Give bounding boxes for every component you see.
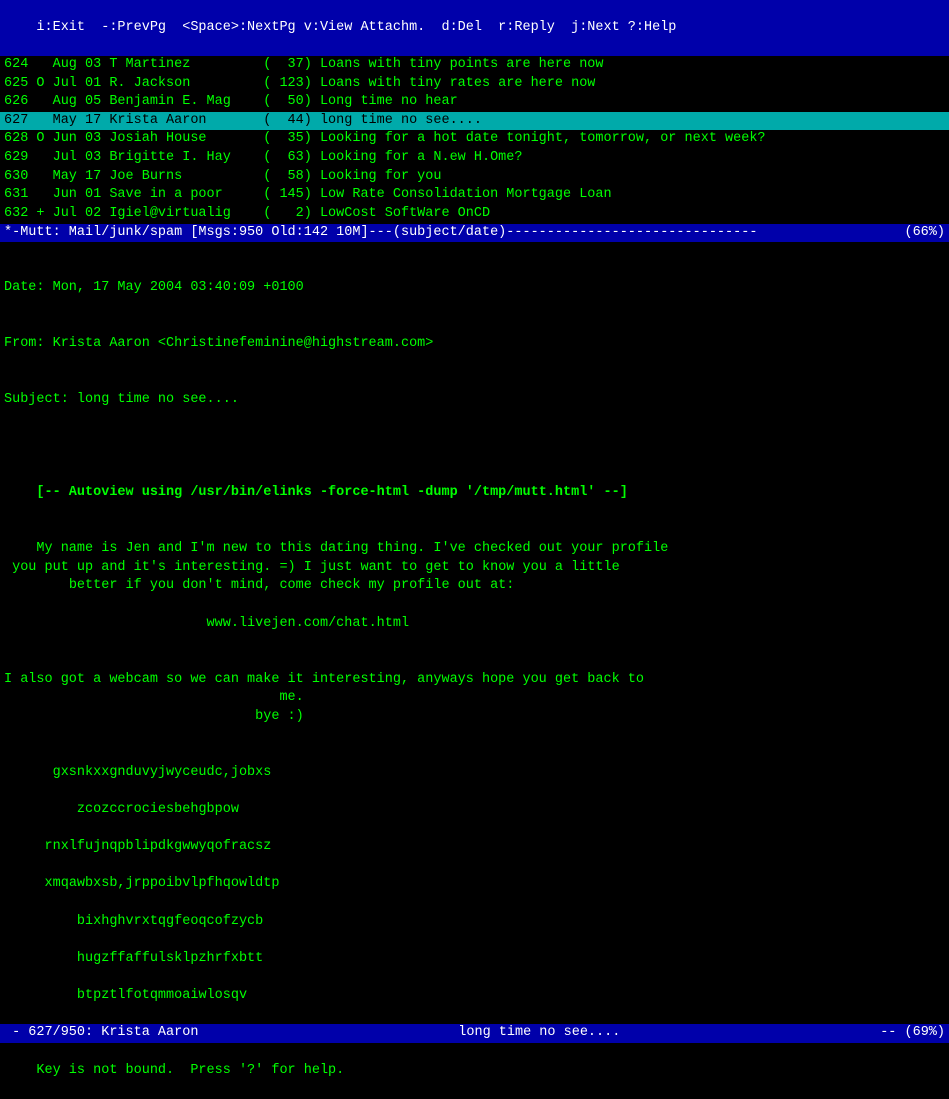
top-toolbar: i:Exit -:PrevPg <Space>:NextPg v:View At…	[0, 0, 949, 56]
email-subject: Subject: long time no see....	[4, 391, 945, 410]
email-row[interactable]: 626 Aug 05 Benjamin E. Mag ( 50) Long ti…	[0, 93, 949, 112]
bottom-status-bar: - 627/950: Krista Aaron long time no see.…	[0, 1024, 949, 1043]
autoview-text: [-- Autoview using /usr/bin/elinks -forc…	[36, 485, 627, 500]
email-date: Date: Mon, 17 May 2004 03:40:09 +0100	[4, 279, 945, 298]
body-scramble5: bixhghvrxtqgfeoqcofzycb	[4, 914, 263, 929]
body-scramble2: zcozccrociesbehgbpow	[4, 802, 239, 817]
email-row[interactable]: 627 May 17 Krista Aaron ( 44) long time …	[0, 112, 949, 131]
email-row[interactable]: 629 Jul 03 Brigitte I. Hay ( 63) Looking…	[0, 149, 949, 168]
email-row[interactable]: 631 Jun 01 Save in a poor ( 145) Low Rat…	[0, 186, 949, 205]
email-body: My name is Jen and I'm new to this datin…	[0, 522, 949, 1025]
header-spacer	[0, 447, 949, 466]
email-row[interactable]: 628 O Jun 03 Josiah House ( 35) Looking …	[0, 130, 949, 149]
body-para2: I also got a webcam so we can make it in…	[4, 672, 644, 724]
email-row[interactable]: 630 May 17 Joe Burns ( 58) Looking for y…	[0, 168, 949, 187]
key-hint-text: Key is not bound. Press '?' for help.	[36, 1063, 344, 1078]
email-row[interactable]: 624 Aug 03 T Martinez ( 37) Loans with t…	[0, 56, 949, 75]
email-from: From: Krista Aaron <Christinefeminine@hi…	[4, 335, 945, 354]
bottom-key-hint: Key is not bound. Press '?' for help.	[0, 1043, 949, 1099]
email-row[interactable]: 632 + Jul 02 Igiel@virtualig ( 2) LowCos…	[0, 205, 949, 224]
body-scramble3: rnxlfujnqpblipdkgwwyqofracsz	[4, 839, 271, 854]
bottom-pct: -- (69%)	[880, 1024, 945, 1043]
body-scramble6: hugzffaffulsklpzhrfxbtt	[4, 951, 263, 966]
email-header: Date: Mon, 17 May 2004 03:40:09 +0100 Fr…	[0, 242, 949, 447]
body-url: www.livejen.com/chat.html	[4, 616, 409, 631]
bottom-left: - 627/950: Krista Aaron	[4, 1024, 198, 1043]
terminal-screen: i:Exit -:PrevPg <Space>:NextPg v:View At…	[0, 0, 949, 706]
bottom-middle-text: long time no see....	[458, 1024, 620, 1043]
body-scramble1: gxsnkxxgnduvyjwyceudc,jobxs	[4, 765, 271, 780]
toolbar-text: i:Exit -:PrevPg <Space>:NextPg v:View At…	[36, 20, 676, 35]
mutt-status-bar: *-Mutt: Mail/junk/spam [Msgs:950 Old:142…	[0, 224, 949, 243]
email-row[interactable]: 625 O Jul 01 R. Jackson ( 123) Loans wit…	[0, 75, 949, 94]
mutt-status-pct: (66%)	[904, 224, 945, 243]
mutt-status-text: *-Mutt: Mail/junk/spam [Msgs:950 Old:142…	[4, 224, 757, 243]
autoview-line: [-- Autoview using /usr/bin/elinks -forc…	[0, 466, 949, 522]
body-para1: My name is Jen and I'm new to this datin…	[4, 541, 668, 593]
body-scramble4: xmqawbxsb,jrppoibvlpfhqowldtp	[4, 876, 279, 891]
body-scramble7: btpztlfotqmmoaiwlosqv	[4, 988, 247, 1003]
email-list[interactable]: 624 Aug 03 T Martinez ( 37) Loans with t…	[0, 56, 949, 224]
